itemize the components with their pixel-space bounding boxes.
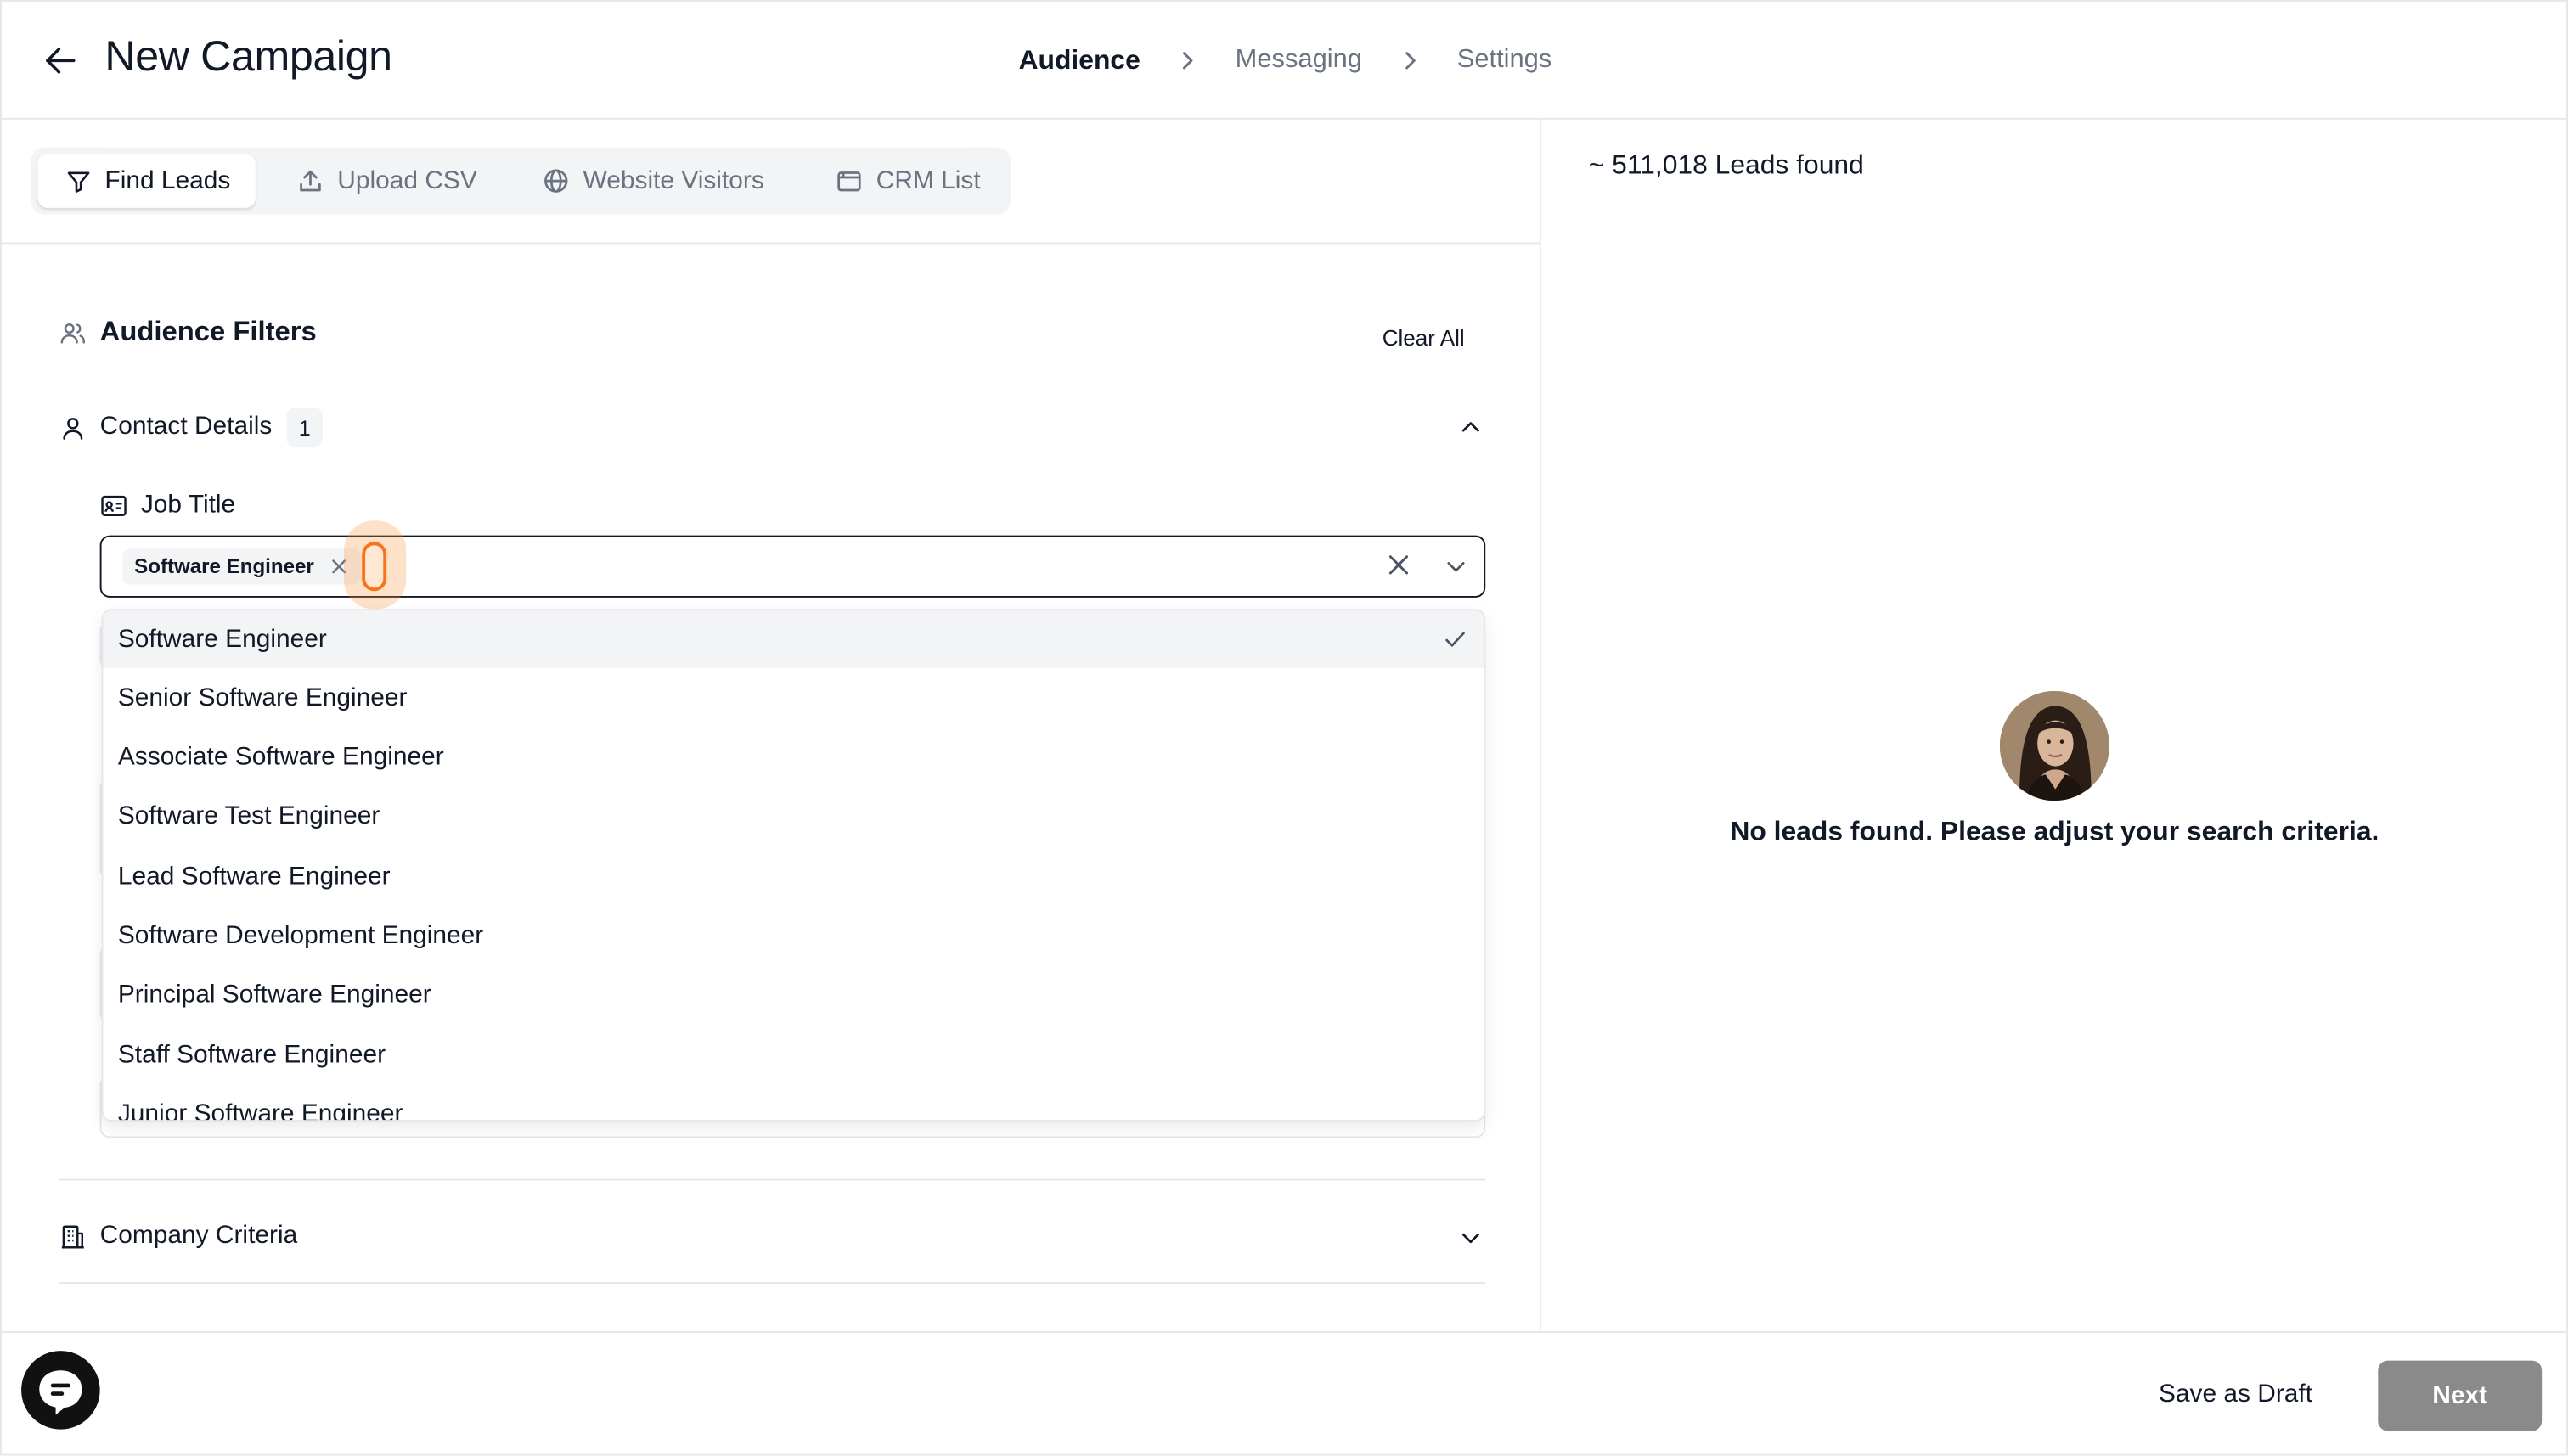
save-draft-button[interactable]: Save as Draft — [2147, 1361, 2323, 1430]
dropdown-option[interactable]: Associate Software Engineer — [103, 728, 1484, 785]
dropdown-option[interactable]: Lead Software Engineer — [103, 848, 1484, 906]
clear-selection-icon[interactable] — [1387, 554, 1410, 576]
chevron-down-icon[interactable] — [1457, 1225, 1484, 1251]
chevron-right-icon — [1174, 48, 1201, 74]
option-label: Staff Software Engineer — [117, 1040, 386, 1069]
dropdown-option[interactable]: Staff Software Engineer — [103, 1026, 1484, 1084]
tab-label: Find Leads — [104, 166, 231, 194]
option-label: Software Development Engineer — [117, 920, 484, 949]
chat-support-button[interactable] — [21, 1351, 100, 1430]
option-label: Associate Software Engineer — [117, 742, 444, 771]
step-messaging[interactable]: Messaging — [1236, 46, 1362, 76]
upload-icon — [296, 167, 324, 195]
dropdown-option[interactable]: Software Development Engineer — [103, 907, 1484, 964]
section-divider — [59, 1282, 1486, 1284]
selected-chip: Software Engineer — [122, 548, 360, 585]
filter-count-badge: 1 — [286, 408, 323, 447]
option-label: Software Engineer — [117, 624, 327, 653]
dropdown-option[interactable]: Principal Software Engineer — [103, 966, 1484, 1023]
tab-label: CRM List — [876, 166, 981, 194]
option-label: Senior Software Engineer — [117, 683, 408, 711]
dropdown-option[interactable]: Senior Software Engineer — [103, 670, 1484, 728]
step-audience[interactable]: Audience — [1019, 45, 1140, 76]
option-label: Principal Software Engineer — [117, 980, 431, 1009]
building-icon — [59, 1223, 87, 1251]
option-label: Software Test Engineer — [117, 801, 380, 829]
avatar — [1999, 690, 2109, 801]
contact-details-title[interactable]: Contact Details — [100, 413, 273, 442]
id-card-icon — [100, 494, 128, 517]
chevron-up-icon[interactable] — [1457, 414, 1484, 441]
job-title-label: Job Title — [140, 491, 236, 520]
tab-crm-list[interactable]: CRM List — [836, 154, 981, 208]
dropdown-option[interactable]: Software Test Engineer — [103, 788, 1484, 846]
audience-panel: Find Leads Upload CSV Website Visitors C… — [1, 119, 1541, 1333]
user-icon — [59, 414, 87, 442]
chevron-down-icon[interactable] — [1443, 554, 1469, 580]
users-icon — [59, 319, 87, 347]
page-title: New Campaign — [104, 31, 392, 81]
company-criteria-title[interactable]: Company Criteria — [100, 1222, 298, 1251]
section-divider — [59, 1178, 1486, 1181]
chevron-right-icon — [1396, 48, 1422, 74]
audience-filters-title: Audience Filters — [99, 316, 317, 347]
step-settings[interactable]: Settings — [1457, 46, 1552, 76]
leads-count: ~ 511,018 Leads found — [1588, 150, 1864, 181]
option-label: Junior Software Engineer — [117, 1099, 403, 1122]
job-title-dropdown: Software Engineer Senior Software Engine… — [101, 609, 1486, 1122]
globe-icon — [542, 167, 570, 195]
source-tabs-bar: Find Leads Upload CSV Website Visitors C… — [1, 120, 1540, 245]
text-cursor-icon — [362, 542, 387, 592]
header: New Campaign Audience Messaging Settings — [1, 2, 2567, 120]
tab-label: Website Visitors — [583, 166, 764, 194]
clear-all-button[interactable]: Clear All — [1383, 326, 1465, 351]
crm-list-icon — [836, 167, 864, 195]
dropdown-option[interactable]: Junior Software Engineer — [103, 1086, 1484, 1122]
tab-find-leads[interactable]: Find Leads — [37, 154, 256, 208]
filter-icon — [65, 168, 92, 194]
job-title-multiselect[interactable]: Software Engineer — [99, 520, 1486, 610]
footer: Save as Draft Next — [1, 1330, 2567, 1454]
dropdown-option[interactable]: Software Engineer — [103, 610, 1484, 668]
next-button[interactable]: Next — [2378, 1360, 2543, 1431]
back-arrow-icon[interactable] — [41, 41, 80, 80]
tab-website-visitors[interactable]: Website Visitors — [542, 154, 764, 208]
stepper: Audience Messaging Settings — [1019, 42, 1552, 78]
option-label: Lead Software Engineer — [117, 862, 391, 891]
check-icon — [1443, 627, 1467, 652]
chip-label: Software Engineer — [134, 554, 314, 578]
tab-label: Upload CSV — [337, 166, 477, 194]
chat-icon — [39, 1370, 82, 1415]
tab-upload-csv[interactable]: Upload CSV — [296, 154, 477, 208]
source-tabs: Find Leads Upload CSV Website Visitors C… — [31, 147, 1011, 215]
empty-state-message: No leads found. Please adjust your searc… — [1730, 817, 2379, 847]
campaign-page: New Campaign Audience Messaging Settings… — [0, 0, 2568, 1456]
